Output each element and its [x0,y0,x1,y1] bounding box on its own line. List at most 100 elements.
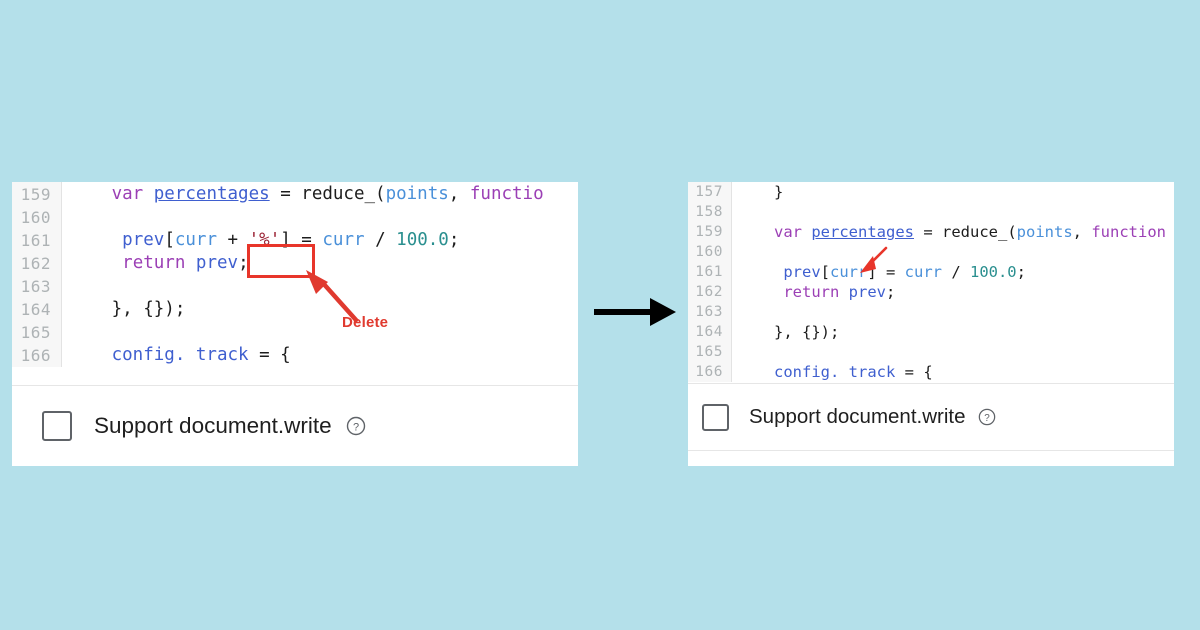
svg-text:?: ? [353,422,359,434]
code-token: ; [448,230,460,250]
code-token: config. track [774,363,896,381]
before-code-scroll: 158159160161162163164165166 var percenta… [12,182,578,367]
code-line[interactable]: prev[curr + '%'] = curr / 100.0; [80,229,578,252]
line-number: 160 [695,244,723,260]
code-line[interactable] [80,206,578,229]
code-token: points [1016,223,1073,241]
delete-annotation-label: Delete [342,314,389,331]
line-number: 163 [695,304,723,320]
code-token: prev [195,253,239,273]
code-token: ] = [280,230,323,250]
support-document-write-checkbox[interactable] [42,411,72,441]
code-token: , [448,184,470,204]
line-number: 159 [695,224,723,240]
code-line[interactable] [80,321,578,344]
code-line[interactable]: var percentages = reduce_(points, functi… [746,222,1174,242]
code-token: 100.0 [396,230,449,250]
line-number: 157 [695,184,723,200]
after-option-row[interactable]: Support document.write ? [688,383,1174,450]
code-token: curr [322,230,365,250]
code-line[interactable]: config. track = { [746,362,1174,382]
line-number: 163 [20,277,51,296]
after-code-panel: 157 158 159 160 161 162 163 164 165 166 } var per… [688,182,1174,466]
code-token: ; [1016,263,1026,281]
code-line[interactable]: }, {}); [80,298,578,321]
code-line[interactable] [80,275,578,298]
code-line[interactable] [746,202,1174,222]
before-code-editor[interactable]: 158159160161162163164165166 var percenta… [12,182,578,384]
line-number: 158 [695,204,723,220]
help-circle-icon[interactable]: ? [346,416,366,436]
code-token: }, {}); [80,299,186,319]
line-number: 166 [20,346,51,365]
code-token: = reduce_( [914,223,1017,241]
code-token: = { [248,345,291,365]
code-token: = { [895,363,933,381]
help-circle-icon[interactable]: ? [978,408,996,426]
code-token: functio [469,184,544,204]
after-panel-footer-divider [688,450,1174,451]
code-line[interactable] [746,302,1174,322]
code-token: curr [830,263,868,281]
code-token: '%' [248,230,281,250]
after-code-editor[interactable]: 157 158 159 160 161 162 163 164 165 166 } var per… [688,182,1174,382]
code-line[interactable]: config. track = { [80,344,578,367]
code-token: [ [820,263,830,281]
code-token: points [385,184,449,204]
line-number: 161 [695,264,723,280]
code-token: ] = [867,263,905,281]
code-line[interactable] [746,242,1174,262]
support-document-write-label: Support document.write [94,413,332,438]
code-token: ; [238,253,249,273]
code-token: prev [122,230,165,250]
support-document-write-checkbox[interactable] [702,403,729,431]
code-token: [ [164,230,175,250]
code-token: / [941,263,970,281]
code-line[interactable]: return prev; [746,282,1174,302]
code-token: , [1072,223,1092,241]
code-token: return [783,283,840,301]
support-document-write-label: Support document.write [749,405,966,428]
code-token: percentages [153,184,270,204]
code-token: 100.0 [969,263,1017,281]
line-number: 164 [20,300,51,319]
code-line[interactable]: }, {}); [746,322,1174,342]
code-token: curr [174,230,218,250]
before-option-row[interactable]: Support document.write ? [12,385,578,466]
before-line-number-gutter: 158159160161162163164165166 [12,182,62,367]
code-token: + [217,230,249,250]
line-number: 165 [20,323,51,342]
line-number: 162 [20,254,51,273]
line-number: 166 [695,364,723,380]
code-token: / [364,230,397,250]
before-code-panel: 158159160161162163164165166 var percenta… [12,182,578,466]
code-token: config. track [111,345,249,365]
svg-text:?: ? [984,413,990,424]
line-number: 161 [20,231,51,250]
code-line[interactable]: return prev; [80,252,578,275]
code-line[interactable]: var percentages = reduce_(points, functi… [80,183,578,206]
code-token: }, {}); [746,323,840,341]
line-number: 160 [20,208,51,227]
code-token: prev [783,263,821,281]
code-line[interactable] [746,342,1174,362]
before-code-content[interactable]: var percentages = reduce_(points, functi… [62,182,578,367]
code-token: percentages [811,223,914,241]
code-line[interactable]: } [746,182,1174,202]
line-number: 162 [695,284,723,300]
code-line[interactable]: prev[curr] = curr / 100.0; [746,262,1174,282]
after-code-scroll: 157 158 159 160 161 162 163 164 165 166 } var per… [688,182,1174,382]
right-arrow-icon [594,298,676,326]
code-token: var [774,223,802,241]
after-code-content[interactable]: } var percentages = reduce_(points, func… [732,182,1174,382]
